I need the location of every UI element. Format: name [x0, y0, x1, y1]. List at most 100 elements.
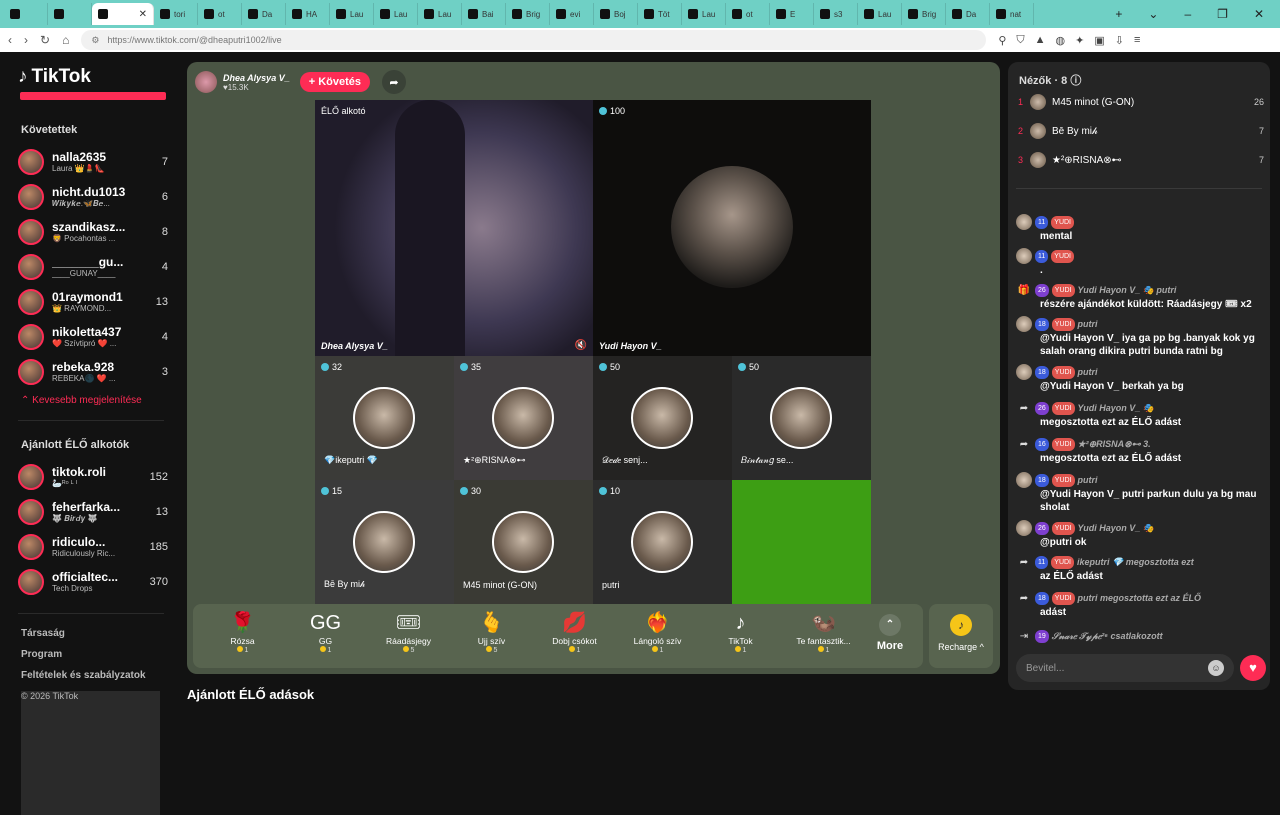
chat-username[interactable]: ★²⊕RISNA⊗⊷ 3. — [1078, 438, 1151, 451]
tiktok-logo[interactable]: ♪ TikTok — [18, 66, 180, 88]
footer-link-program[interactable]: Program — [21, 649, 180, 660]
like-heart-button[interactable]: ♥ — [1240, 655, 1266, 681]
chat-avatar[interactable] — [1016, 520, 1032, 536]
browser-tab[interactable]: HA — [286, 3, 330, 25]
browser-tab[interactable]: s3 — [814, 3, 858, 25]
account-row[interactable]: szandikasz... 🦁 Pocahontas ... 8 — [18, 214, 168, 249]
account-row[interactable]: ridiculo... Ridiculously Ric... 185 — [18, 529, 168, 564]
guest-cell[interactable]: 30 M45 minot (G-ON) — [454, 480, 593, 604]
top-viewer-row[interactable]: 2 Bē By mi𝒽 7 — [1018, 121, 1264, 141]
guest-cell[interactable]: 50 𝐵𝒾𝓃𝓉𝒶𝓃𝑔 se... — [732, 356, 871, 480]
url-field[interactable]: ⚙ https://www.tiktok.com/@dheaputri1002/… — [81, 30, 987, 50]
browser-tab[interactable]: Lau — [374, 3, 418, 25]
browser-tab-active[interactable]: ✕ — [92, 3, 154, 25]
guest-video-cell[interactable]: 100 Yudi Hayon V_ — [593, 100, 871, 356]
browser-tab[interactable]: Lau — [682, 3, 726, 25]
gift-item[interactable]: GG GG 1 — [284, 610, 367, 654]
chat-username[interactable]: putri megosztotta ezt az ÉLŐ — [1078, 592, 1202, 605]
chevron-down-icon[interactable]: ⌄ — [1148, 7, 1158, 21]
account-row[interactable]: feherfarka... 🐺 𝑩𝒊𝒓𝒅𝒚 🐺 13 — [18, 494, 168, 529]
browser-tab[interactable]: E — [770, 3, 814, 25]
chat-avatar[interactable] — [1016, 316, 1032, 332]
guest-cell[interactable]: 15 Bē By mi𝒽 — [315, 480, 454, 604]
browser-tab[interactable]: Lau — [330, 3, 374, 25]
account-row[interactable]: nalla2635 Laura 👑💄👠 7 — [18, 144, 168, 179]
account-row[interactable]: officialtec... Tech Drops 370 — [18, 564, 168, 599]
gift-item[interactable]: 🌹 Rózsa 1 — [201, 610, 284, 654]
chat-username[interactable]: Yudi Hayon V_ 🎭 putri — [1078, 284, 1177, 297]
gift-item[interactable]: ❤️‍🔥 Lángoló szív 1 — [616, 610, 699, 654]
browser-tab[interactable]: evi — [550, 3, 594, 25]
zoom-icon[interactable]: ⚲ — [998, 34, 1006, 47]
chat-avatar[interactable] — [1016, 248, 1032, 264]
browser-tab[interactable]: Bai — [462, 3, 506, 25]
back-icon[interactable]: ‹ — [8, 33, 12, 47]
sidebar-icon[interactable]: ▣ — [1094, 34, 1104, 47]
browser-tab[interactable]: Lau — [418, 3, 462, 25]
account-row[interactable]: 01raymond1 👑 RAYMOND... 13 — [18, 284, 168, 319]
more-gifts-button[interactable]: ⌃ More — [865, 610, 915, 652]
browser-tab[interactable]: Lau — [858, 3, 902, 25]
chat-username[interactable]: putri — [1078, 474, 1098, 487]
download-icon[interactable]: ⇩ — [1115, 34, 1124, 47]
chat-avatar[interactable] — [1016, 214, 1032, 230]
host-name[interactable]: Dhea Alysya V_ — [223, 73, 290, 83]
footer-link-company[interactable]: Társaság — [21, 628, 180, 639]
chat-username[interactable]: 𝒮𝓃𝒶𝓇𝑒 𝒯𝓎𝓅𝑒²⁶ csatlakozott — [1052, 630, 1163, 643]
top-viewer-row[interactable]: 3 ★²⊕RISNA⊗⊷ 7 — [1018, 150, 1264, 170]
menu-icon[interactable]: ≡ — [1134, 34, 1140, 47]
account-row[interactable]: _______gu... ____GUNAY____ 4 — [18, 249, 168, 284]
browser-tab[interactable]: Brig — [902, 3, 946, 25]
chat-username[interactable]: putri — [1078, 366, 1098, 379]
gift-item[interactable]: 🫰 Ujj szív 5 — [450, 610, 533, 654]
home-icon[interactable]: ⌂ — [62, 33, 69, 47]
browser-tab[interactable]: Da — [242, 3, 286, 25]
chat-username[interactable]: Yudi Hayon V_ 🎭 — [1078, 402, 1154, 415]
gift-item[interactable]: ♪ TikTok 1 — [699, 610, 782, 654]
host-avatar[interactable] — [195, 71, 217, 93]
chat-avatar[interactable] — [1016, 472, 1032, 488]
share-icon[interactable]: ➦ — [382, 70, 406, 94]
account-row[interactable]: nikoletta437 ❤️ Szívtipró ❤️ ... 4 — [18, 319, 168, 354]
browser-tab[interactable] — [4, 3, 48, 25]
puzzle-icon[interactable]: ✦ — [1075, 34, 1084, 47]
account-row[interactable]: tiktok.roli 🦢ᴿᵒ ᴸ ᴵ 152 — [18, 459, 168, 494]
account-row[interactable]: nicht.du1013 𝑾𝒊𝒌𝒚𝒌𝒆.🦋𝑩𝒆... 6 — [18, 179, 168, 214]
restore-icon[interactable]: ❐ — [1217, 7, 1228, 21]
top-viewer-row[interactable]: 1 M45 minot (G-ON) 26 — [1018, 92, 1264, 112]
extension-icon[interactable]: ◍ — [1056, 34, 1066, 47]
chat-username[interactable]: ikeputri 💎 megosztotta ezt — [1077, 556, 1194, 569]
browser-tab[interactable]: Boj — [594, 3, 638, 25]
triangle-icon[interactable]: ▲ — [1035, 34, 1046, 47]
new-tab-icon[interactable]: + — [1115, 7, 1122, 21]
gift-item[interactable]: 🎟 Ráadásjegy 5 — [367, 610, 450, 654]
browser-tab[interactable]: ot — [198, 3, 242, 25]
shield-icon[interactable]: ⛉ — [1016, 34, 1024, 47]
empty-guest-slot[interactable] — [732, 480, 871, 604]
gift-item[interactable]: 💋 Dobj csókot 1 — [533, 610, 616, 654]
account-row[interactable]: rebeka.928 REBEKA🌑 ❤️ ... 3 — [18, 354, 168, 389]
chat-username[interactable]: putri — [1078, 318, 1098, 331]
browser-tab[interactable]: tori — [154, 3, 198, 25]
emoji-icon[interactable]: ☺ — [1208, 660, 1224, 676]
reload-icon[interactable]: ↻ — [40, 33, 50, 47]
chat-input[interactable]: Bevitel... ☺ — [1016, 654, 1234, 682]
browser-tab[interactable]: Da — [946, 3, 990, 25]
chat-username[interactable]: Yudi Hayon V_ 🎭 — [1078, 522, 1154, 535]
site-info-icon[interactable]: ⚙ — [91, 35, 99, 46]
browser-tab[interactable]: nat — [990, 3, 1034, 25]
minimize-icon[interactable]: – — [1184, 7, 1191, 21]
gift-item[interactable]: 🦦 Te fantasztik... 1 — [782, 610, 865, 654]
host-video-cell[interactable]: ÉLŐ alkotó Dhea Alysya V_ 🔇 — [315, 100, 593, 356]
guest-cell[interactable]: 35 ★²⊕RISNA⊗⊷ — [454, 356, 593, 480]
close-window-icon[interactable]: ✕ — [1254, 7, 1264, 21]
close-tab-icon[interactable]: ✕ — [139, 9, 147, 20]
info-icon[interactable]: ⓘ — [1070, 75, 1081, 87]
show-less-link[interactable]: ⌃ Kevesebb megjelenítése — [21, 395, 180, 406]
browser-tab[interactable]: ot — [726, 3, 770, 25]
follow-button[interactable]: + Követés — [299, 72, 370, 92]
guest-cell[interactable]: 32 💎ikeputri 💎 — [315, 356, 454, 480]
browser-tab[interactable]: Brig — [506, 3, 550, 25]
chat-avatar[interactable] — [1016, 364, 1032, 380]
forward-icon[interactable]: › — [24, 33, 28, 47]
